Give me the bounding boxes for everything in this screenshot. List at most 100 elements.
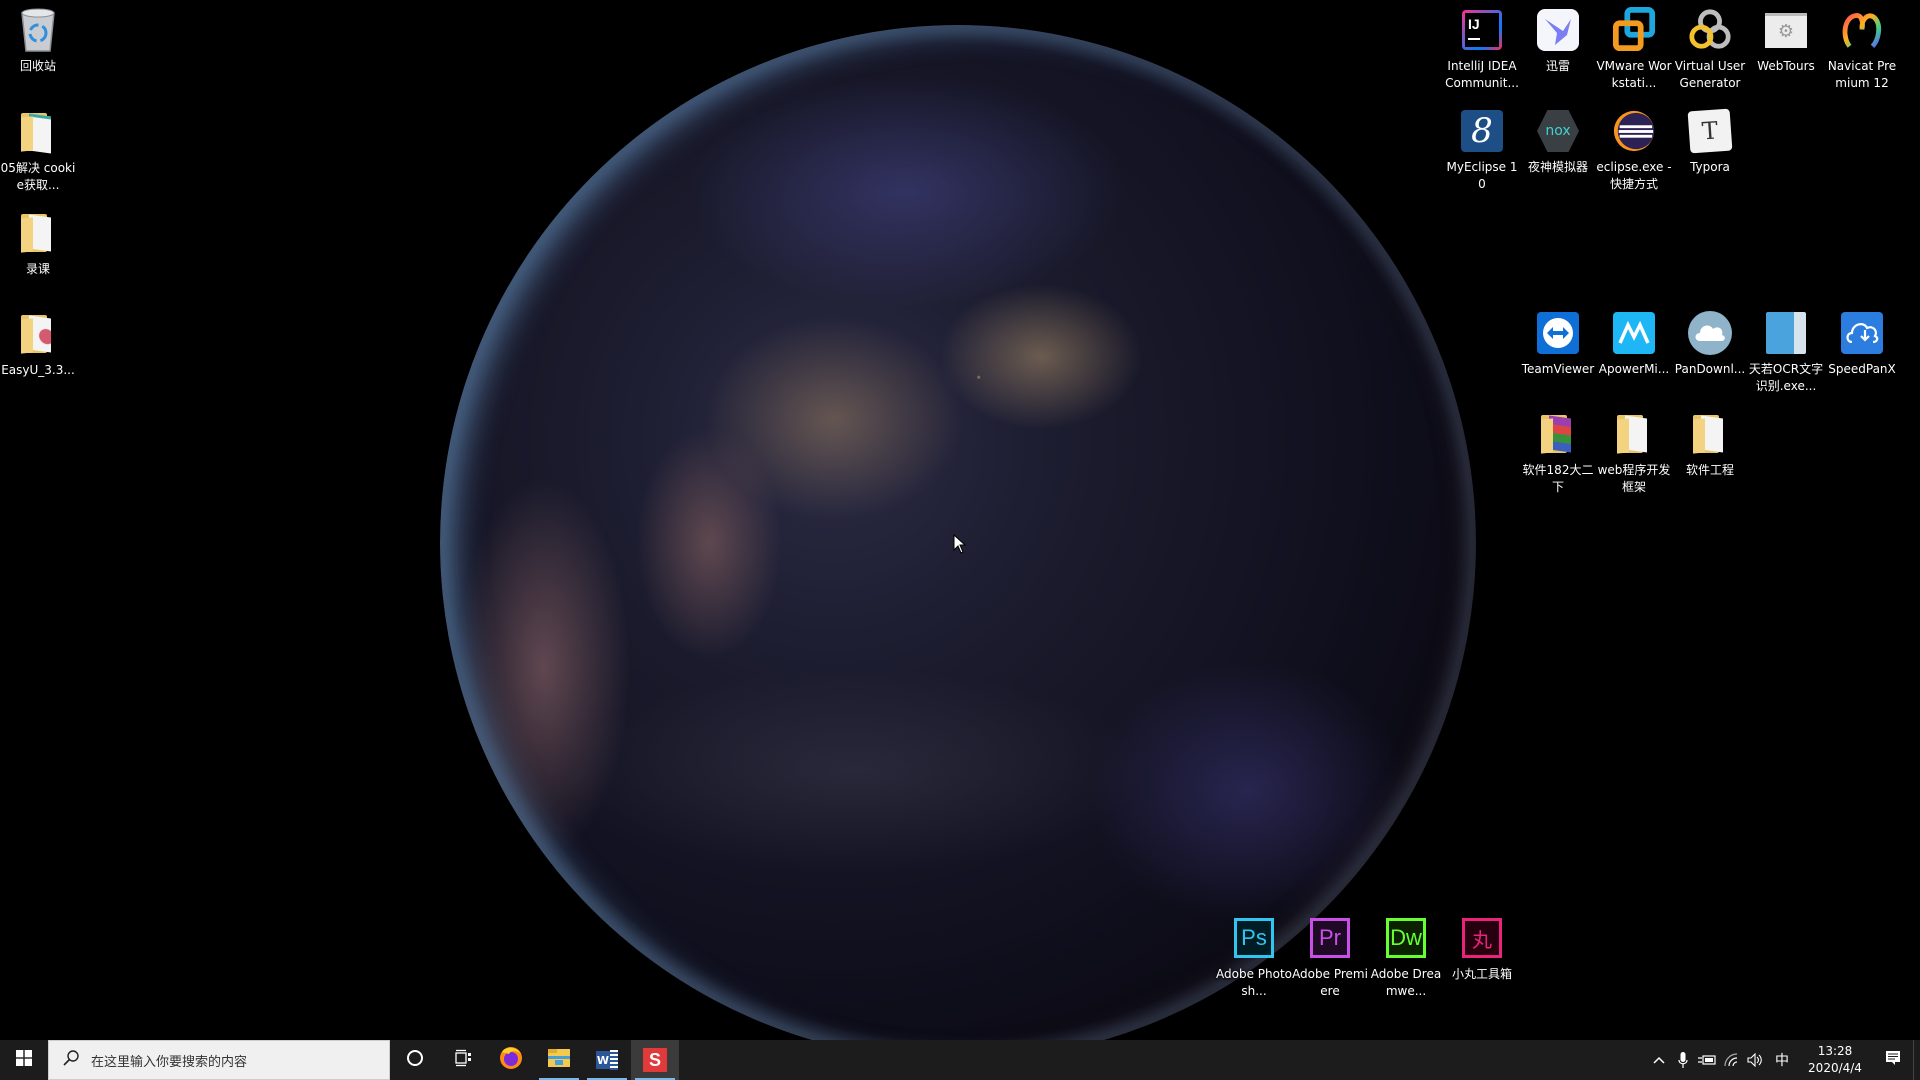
start-button[interactable] [0, 1040, 48, 1080]
desktop-icon-intellij-idea[interactable]: IJ IntelliJ IDEA Communit... [1444, 0, 1520, 92]
desktop-icon-label: 回收站 [19, 59, 56, 73]
desktop-icon-label: IntelliJ IDEA Communit... [1445, 59, 1519, 90]
desktop-icon-myeclipse[interactable]: 8 MyEclipse 10 [1444, 101, 1520, 193]
desktop-icon-label: TeamViewer [1521, 362, 1595, 376]
desktop-icon-apowermirror[interactable]: ApowerMi... [1596, 303, 1672, 378]
word-icon: W [596, 1050, 618, 1070]
desktop-icon-vmware[interactable]: VMware Workstati... [1596, 0, 1672, 92]
desktop-icon-label: Navicat Premium 12 [1827, 59, 1897, 90]
desktop-icon-label: 天若OCR文字识别.exe... [1748, 362, 1824, 393]
premiere-icon: Pr [1308, 916, 1352, 960]
desktop-icon-label: 软件工程 [1685, 463, 1734, 477]
desktop-icon-label: PanDownl... [1674, 362, 1746, 376]
desktop-icon-pandownload[interactable]: PanDownl... [1672, 303, 1748, 378]
folder-icon [1612, 412, 1656, 456]
desktop-icon-label: 迅雷 [1545, 59, 1570, 73]
mouse-cursor-icon [953, 533, 967, 558]
desktop-icon-label: Adobe Dreamwe... [1370, 967, 1442, 998]
desktop-icon-adobe-premiere[interactable]: Pr Adobe Premiere [1292, 908, 1368, 1000]
desktop-icon-teamviewer[interactable]: TeamViewer [1520, 303, 1596, 378]
desktop-icon-label: 05解决 cookie获取... [0, 161, 76, 192]
myeclipse-icon: 8 [1460, 109, 1504, 153]
taskbar-search-box[interactable]: 在这里输入你要搜索的内容 [48, 1040, 390, 1080]
photoshop-icon: Ps [1232, 916, 1276, 960]
taskbar-s-app[interactable]: S [631, 1040, 679, 1080]
desktop-icon-label: VMware Workstati... [1596, 59, 1672, 90]
desktop-icon-webtours[interactable]: ⚙ WebTours [1748, 0, 1824, 75]
desktop-icon-folder-05-cookie[interactable]: 05解决 cookie获取... [0, 102, 76, 194]
battery-charging-icon[interactable] [1695, 1040, 1719, 1080]
xunlei-bird-icon [1536, 8, 1580, 52]
typora-icon: T [1687, 108, 1733, 154]
desktop-icon-eclipse[interactable]: eclipse.exe - 快捷方式 [1596, 101, 1672, 193]
desktop-icon-folder-software-182[interactable]: 软件182大二下 [1520, 404, 1596, 496]
cortana-button[interactable] [391, 1040, 439, 1080]
navicat-icon [1840, 8, 1884, 52]
recycle-bin-icon [16, 8, 60, 52]
desktop-icon-label: MyEclipse 10 [1446, 160, 1518, 191]
show-desktop-button[interactable] [1913, 1040, 1920, 1080]
desktop-icon-speedpanx[interactable]: SpeedPanX [1824, 303, 1900, 378]
desktop-icon-folder-web-framework[interactable]: web程序开发框架 [1596, 404, 1672, 496]
wifi-icon[interactable] [1719, 1040, 1743, 1080]
desktop-icon-label: 录课 [25, 262, 50, 276]
desktop-icon-recycle-bin[interactable]: 回收站 [0, 0, 76, 75]
desktop-icon-folder-easyu[interactable]: EasyU_3.3... [0, 304, 76, 379]
cortana-circle-icon [406, 1049, 424, 1071]
folder-icon [16, 110, 60, 154]
firefox-icon [499, 1046, 523, 1074]
taskbar-clock[interactable]: 13:28 2020/4/4 [1797, 1043, 1873, 1077]
winrar-folder-icon [1536, 412, 1580, 456]
vmware-icon [1612, 7, 1656, 52]
apowermirror-icon [1612, 311, 1656, 355]
clock-time: 13:28 [1817, 1044, 1853, 1058]
desktop-icon-virtual-user-generator[interactable]: Virtual User Generator [1672, 0, 1748, 92]
desktop-icon-label: 夜神模拟器 [1527, 160, 1588, 174]
desktop-icon-label: Adobe Photosh... [1216, 967, 1293, 998]
desktop-icon-adobe-dreamweaver[interactable]: Dw Adobe Dreamwe... [1368, 908, 1444, 1000]
show-hidden-icons-chevron-up-icon[interactable] [1647, 1040, 1671, 1080]
webtours-gears-icon: ⚙ [1764, 8, 1808, 52]
dreamweaver-icon: Dw [1384, 916, 1428, 960]
desktop-icon-folder-lu-ke[interactable]: 录课 [0, 203, 76, 278]
folder-icon [1688, 412, 1732, 456]
task-view-button[interactable] [439, 1040, 487, 1080]
desktop-icon-tianruo-ocr[interactable]: 天若OCR文字识别.exe... [1748, 303, 1824, 395]
nox-icon: nox [1536, 109, 1580, 153]
xiaowan-icon: 丸 [1460, 916, 1504, 960]
teamviewer-icon [1536, 311, 1580, 355]
action-center-button[interactable] [1873, 1040, 1913, 1080]
desktop-icon-label: WebTours [1757, 59, 1815, 73]
search-placeholder: 在这里输入你要搜索的内容 [91, 1054, 248, 1070]
volume-speaker-icon[interactable] [1743, 1040, 1767, 1080]
folder-icon [16, 312, 60, 356]
desktop-icon-nox[interactable]: nox 夜神模拟器 [1520, 101, 1596, 176]
desktop-icon-adobe-photoshop[interactable]: Ps Adobe Photosh... [1216, 908, 1292, 1000]
system-tray: 中 13:28 2020/4/4 [1647, 1040, 1920, 1080]
eclipse-icon [1612, 109, 1656, 153]
pandownload-cloud-icon [1688, 311, 1732, 355]
taskbar-file-explorer[interactable] [535, 1040, 583, 1080]
s-app-icon: S [643, 1048, 667, 1072]
desktop-icon-label: Typora [1690, 160, 1730, 174]
desktop-icon-folder-software-engineering[interactable]: 软件工程 [1672, 404, 1748, 479]
desktop-icon-xiaowan-toolbox[interactable]: 丸 小丸工具箱 [1444, 908, 1520, 983]
taskbar-firefox[interactable] [487, 1040, 535, 1080]
search-icon [63, 1050, 79, 1070]
microphone-icon[interactable] [1671, 1040, 1695, 1080]
desktop-icon-label: Adobe Premiere [1292, 967, 1368, 998]
ocr-app-icon [1764, 311, 1808, 355]
file-explorer-icon [547, 1047, 571, 1073]
desktop-icon-xunlei[interactable]: 迅雷 [1520, 0, 1596, 75]
vugen-icon [1688, 8, 1732, 52]
desktop-icon-label: web程序开发框架 [1597, 463, 1671, 494]
desktop-icon-label: Virtual User Generator [1674, 59, 1746, 90]
desktop-icon-typora[interactable]: T Typora [1672, 101, 1748, 176]
windows-start-icon [16, 1050, 32, 1070]
notification-icon [1885, 1050, 1901, 1070]
desktop-icon-navicat[interactable]: Navicat Premium 12 [1824, 0, 1900, 92]
taskbar-word[interactable]: W [583, 1040, 631, 1080]
input-method-indicator[interactable]: 中 [1767, 1040, 1797, 1080]
desktop-icon-label: EasyU_3.3... [1, 363, 75, 377]
desktop-icon-label: SpeedPanX [1828, 362, 1896, 376]
